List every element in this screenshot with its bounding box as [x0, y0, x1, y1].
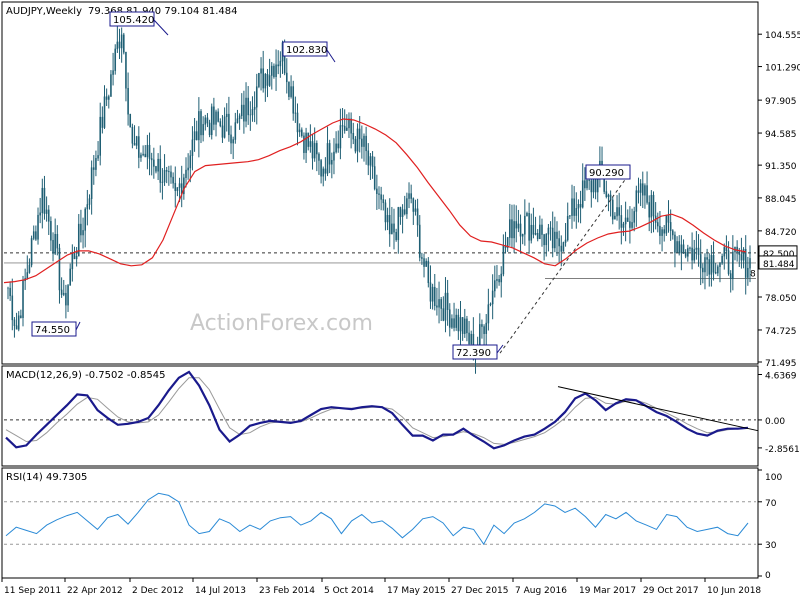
support-cut-label: 8 [750, 270, 756, 280]
macd-panel-frame [1, 365, 759, 467]
watermark: ActionForex.com [190, 311, 373, 336]
price-tick-label: 78.050 [765, 294, 797, 304]
macd-tick-label: -2.8561 [765, 445, 800, 455]
price-tick-label: 84.720 [765, 228, 797, 238]
macd-title: MACD(12,26,9) -0.7502 -0.8545 [6, 370, 166, 381]
chart-header-symbol: AUDJPY,Weekly [6, 6, 82, 17]
annotation-label: 74.550 [35, 325, 70, 336]
chart-svg: AUDJPY,Weekly 79.368 81.940 79.104 81.48… [1, 1, 800, 596]
annotation-label: 72.390 [456, 348, 491, 359]
price-tick-label: 74.725 [765, 327, 797, 337]
x-tick-label: 2 Dec 2012 [132, 586, 184, 596]
price-tick-label: 104.555 [765, 31, 800, 41]
x-tick-label: 14 Jul 2013 [195, 586, 246, 596]
price-axis: 104.555 101.290 97.905 94.585 91.350 88.045 84… [758, 31, 800, 369]
x-axis: 11 Sep 2011 22 Apr 2012 2 Dec 2012 14 Jul 2… [1, 578, 761, 596]
current-price-tag-label: 81.484 [763, 260, 795, 270]
annotation-label: 102.830 [286, 45, 327, 56]
price-tick-label: 71.495 [765, 359, 797, 369]
rsi-title: RSI(14) 49.7305 [6, 472, 87, 483]
annotation-label: 90.290 [589, 168, 624, 179]
macd-axis: 4.6369 0.00 -2.8561 [758, 371, 800, 455]
chart-root: AUDJPY,Weekly 79.368 81.940 79.104 81.48… [0, 0, 800, 600]
x-tick-label: 23 Feb 2014 [259, 586, 315, 596]
x-tick-label: 5 Oct 2014 [324, 586, 374, 596]
macd-tick-label: 0.00 [765, 417, 785, 427]
rsi-tick-label: 100 [765, 473, 782, 483]
x-tick-label: 22 Apr 2012 [67, 586, 123, 596]
rsi-axis: 100 70 30 0 [758, 469, 782, 581]
x-tick-label: 17 May 2015 [387, 586, 446, 596]
annotation-label: 105.420 [113, 15, 154, 26]
macd-tick-label: 4.6369 [765, 371, 797, 381]
rsi-tick-label: 30 [765, 541, 777, 551]
x-tick-label: 7 Aug 2016 [515, 586, 567, 596]
x-tick-label: 10 Jun 2018 [707, 586, 761, 596]
price-tick-label: 97.905 [765, 97, 797, 107]
x-tick-label: 11 Sep 2011 [4, 586, 61, 596]
price-tick-label: 94.585 [765, 130, 797, 140]
rsi-tick-label: 0 [765, 571, 771, 581]
rsi-tick-label: 70 [765, 499, 777, 509]
price-tick-label: 101.290 [765, 64, 800, 74]
rsi-panel-frame [1, 467, 759, 579]
x-tick-label: 29 Oct 2017 [643, 586, 699, 596]
price-tick-label: 91.350 [765, 162, 797, 172]
price-tick-label: 88.045 [765, 195, 797, 205]
x-tick-label: 27 Dec 2015 [451, 586, 509, 596]
x-tick-label: 19 Mar 2017 [579, 586, 636, 596]
